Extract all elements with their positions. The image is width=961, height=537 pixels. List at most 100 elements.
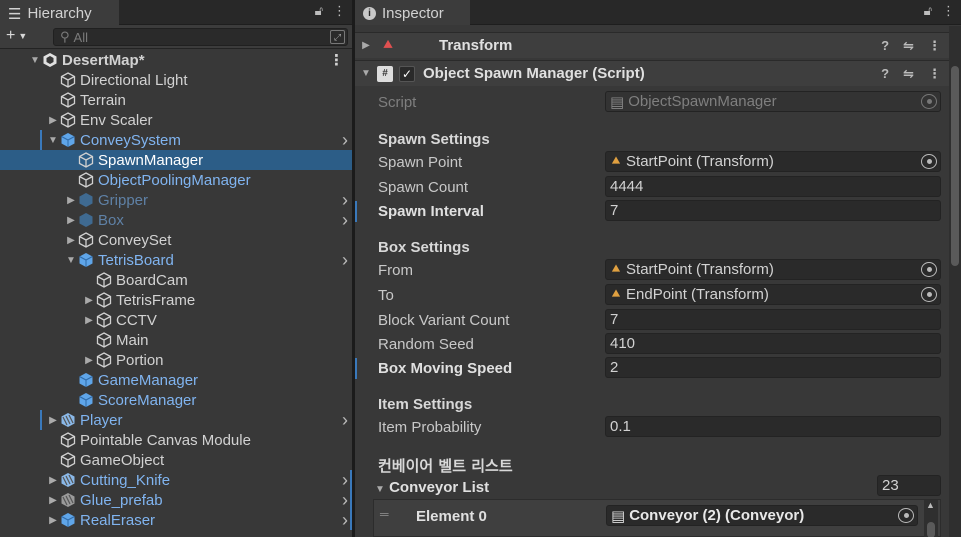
chevron-down-icon[interactable]: ▼ bbox=[355, 68, 377, 79]
chevron-right-icon[interactable]: › bbox=[342, 190, 348, 211]
chevron-right-icon[interactable]: › bbox=[342, 210, 348, 231]
hierarchy-item[interactable]: ▼ ConveySystem › bbox=[0, 130, 352, 150]
tab-hierarchy[interactable]: ☰ Hierarchy bbox=[0, 0, 119, 25]
chevron-right-icon[interactable]: ▶ bbox=[46, 475, 60, 486]
from-field[interactable]: ⯅ StartPoint (Transform) bbox=[605, 259, 941, 280]
hierarchy-item[interactable]: GameManager bbox=[0, 370, 352, 390]
hierarchy-item[interactable]: ▶ Portion bbox=[0, 350, 352, 370]
transform-header[interactable]: ▶ ⯅ Transform ? ⇋ ⋮ bbox=[355, 32, 951, 58]
hierarchy-item[interactable]: ▶ Env Scaler bbox=[0, 110, 352, 130]
hierarchy-item[interactable]: ▶ Gripper › bbox=[0, 190, 352, 210]
list-scrollbar[interactable]: ▲ bbox=[924, 500, 938, 537]
block-variant-input[interactable]: 7 bbox=[605, 309, 941, 330]
lock-icon[interactable]: 🔓︎ bbox=[315, 3, 323, 19]
chevron-down-icon[interactable]: ▼ bbox=[28, 55, 42, 66]
help-icon[interactable]: ? bbox=[881, 66, 889, 82]
chevron-right-icon[interactable]: ▶ bbox=[82, 295, 96, 306]
kebab-menu-icon[interactable]: ⋮ bbox=[928, 38, 941, 54]
hierarchy-item[interactable]: ScoreManager bbox=[0, 390, 352, 410]
kebab-menu-icon[interactable]: ⋮ bbox=[329, 51, 344, 69]
drag-handle-icon[interactable]: ═ bbox=[380, 507, 389, 521]
box-speed-input[interactable]: 2 bbox=[605, 357, 941, 378]
hierarchy-item[interactable]: ▶ RealEraser › bbox=[0, 510, 352, 530]
hierarchy-item[interactable]: Terrain bbox=[0, 90, 352, 110]
chevron-down-icon[interactable]: ▼ bbox=[46, 135, 60, 146]
hierarchy-item[interactable]: SpawnManager bbox=[0, 150, 352, 170]
preset-icon[interactable]: ⇋ bbox=[903, 38, 914, 54]
hierarchy-item-label: Directional Light bbox=[80, 71, 188, 89]
chevron-right-icon[interactable]: ▶ bbox=[355, 40, 377, 51]
scroll-up-icon[interactable]: ▲ bbox=[926, 500, 935, 510]
hierarchy-item-label: RealEraser bbox=[80, 511, 156, 529]
chevron-right-icon[interactable]: › bbox=[342, 130, 348, 151]
chevron-right-icon[interactable]: ▶ bbox=[46, 495, 60, 506]
conveyor-list-count[interactable]: 23 bbox=[877, 475, 941, 496]
hierarchy-item[interactable]: ▶ Cutting_Knife › bbox=[0, 470, 352, 490]
hierarchy-item[interactable]: ▶ Box › bbox=[0, 210, 352, 230]
script-component-header[interactable]: ▼ # ✓ Object Spawn Manager (Script) ? ⇋ ⋮ bbox=[355, 60, 951, 86]
chevron-right-icon[interactable]: ▶ bbox=[82, 315, 96, 326]
hierarchy-item[interactable]: ▶ Glue_prefab › bbox=[0, 490, 352, 510]
chevron-right-icon[interactable]: ▶ bbox=[82, 355, 96, 366]
chevron-right-icon[interactable]: › bbox=[342, 470, 348, 491]
chevron-right-icon[interactable]: ▶ bbox=[46, 415, 60, 426]
search-placeholder: All bbox=[73, 29, 88, 45]
spawn-count-input[interactable]: 4444 bbox=[605, 176, 941, 197]
gameobject-icon bbox=[78, 152, 94, 168]
preset-icon[interactable]: ⇋ bbox=[903, 66, 914, 82]
item-prob-input[interactable]: 0.1 bbox=[605, 416, 941, 437]
chevron-right-icon[interactable]: ▶ bbox=[64, 235, 78, 246]
help-icon[interactable]: ? bbox=[881, 38, 889, 54]
chevron-down-icon[interactable]: ▼ bbox=[64, 255, 78, 266]
object-picker-icon[interactable] bbox=[898, 508, 914, 523]
conveyor-list-header: 컨베이어 벨트 리스트 bbox=[378, 457, 513, 475]
hierarchy-item[interactable]: GameObject bbox=[0, 450, 352, 470]
enabled-checkbox[interactable]: ✓ bbox=[399, 65, 415, 82]
hierarchy-item[interactable]: ▶ CCTV bbox=[0, 310, 352, 330]
gameobject-icon bbox=[78, 172, 94, 188]
spawn-point-field[interactable]: ⯅ StartPoint (Transform) bbox=[605, 151, 941, 172]
chevron-right-icon[interactable]: › bbox=[342, 410, 348, 431]
object-picker-icon[interactable] bbox=[921, 262, 937, 277]
search-input[interactable]: ⚲ All ⤢ bbox=[53, 28, 348, 46]
to-field[interactable]: ⯅ EndPoint (Transform) bbox=[605, 284, 941, 305]
kebab-menu-icon[interactable]: ⋮ bbox=[928, 66, 941, 82]
hierarchy-item[interactable]: ▶ TetrisFrame bbox=[0, 290, 352, 310]
chevron-right-icon[interactable]: › bbox=[342, 490, 348, 511]
tab-inspector[interactable]: i Inspector bbox=[355, 0, 470, 25]
element0-field[interactable]: ▤ Conveyor (2) (Conveyor) bbox=[606, 505, 918, 526]
random-seed-input[interactable]: 410 bbox=[605, 333, 941, 354]
list-scroll-thumb[interactable] bbox=[927, 522, 935, 537]
inspector-scrollbar[interactable] bbox=[949, 26, 961, 537]
hierarchy-item[interactable]: Pointable Canvas Module bbox=[0, 430, 352, 450]
prefab-variant-icon bbox=[60, 472, 76, 488]
kebab-menu-icon[interactable]: ⋮ bbox=[333, 3, 346, 19]
chevron-right-icon[interactable]: › bbox=[342, 510, 348, 531]
chevron-right-icon[interactable]: › bbox=[342, 250, 348, 271]
hierarchy-item[interactable]: ▶ ConveySet bbox=[0, 230, 352, 250]
spawn-interval-input[interactable]: 7 bbox=[605, 200, 941, 221]
add-button[interactable]: + ▼ bbox=[6, 27, 27, 45]
override-marker bbox=[350, 490, 352, 510]
tab-inspector-label: Inspector bbox=[382, 5, 444, 22]
chevron-right-icon[interactable]: ▶ bbox=[46, 115, 60, 126]
kebab-menu-icon[interactable]: ⋮ bbox=[942, 3, 955, 19]
search-filter-icon[interactable]: ⤢ bbox=[330, 30, 345, 44]
hierarchy-item[interactable]: BoardCam bbox=[0, 270, 352, 290]
object-picker-icon[interactable] bbox=[921, 154, 937, 169]
chevron-right-icon[interactable]: ▶ bbox=[46, 515, 60, 526]
scroll-thumb[interactable] bbox=[951, 66, 959, 266]
chevron-right-icon[interactable]: ▶ bbox=[64, 215, 78, 226]
object-picker-icon[interactable] bbox=[921, 287, 937, 302]
hierarchy-item-label: ConveySystem bbox=[80, 131, 181, 149]
lock-icon[interactable]: 🔓︎ bbox=[924, 3, 932, 19]
hierarchy-item[interactable]: ▶ Player › bbox=[0, 410, 352, 430]
box-settings-header: Box Settings bbox=[378, 239, 470, 256]
hierarchy-item[interactable]: Main bbox=[0, 330, 352, 350]
conveyor-list-foldout[interactable]: ▼ Conveyor List bbox=[375, 479, 489, 496]
chevron-right-icon[interactable]: ▶ bbox=[64, 195, 78, 206]
scene-row[interactable]: ▼ DesertMap* ⋮ bbox=[0, 50, 352, 70]
hierarchy-item[interactable]: ObjectPoolingManager bbox=[0, 170, 352, 190]
hierarchy-item[interactable]: Directional Light bbox=[0, 70, 352, 90]
hierarchy-item[interactable]: ▼ TetrisBoard › bbox=[0, 250, 352, 270]
